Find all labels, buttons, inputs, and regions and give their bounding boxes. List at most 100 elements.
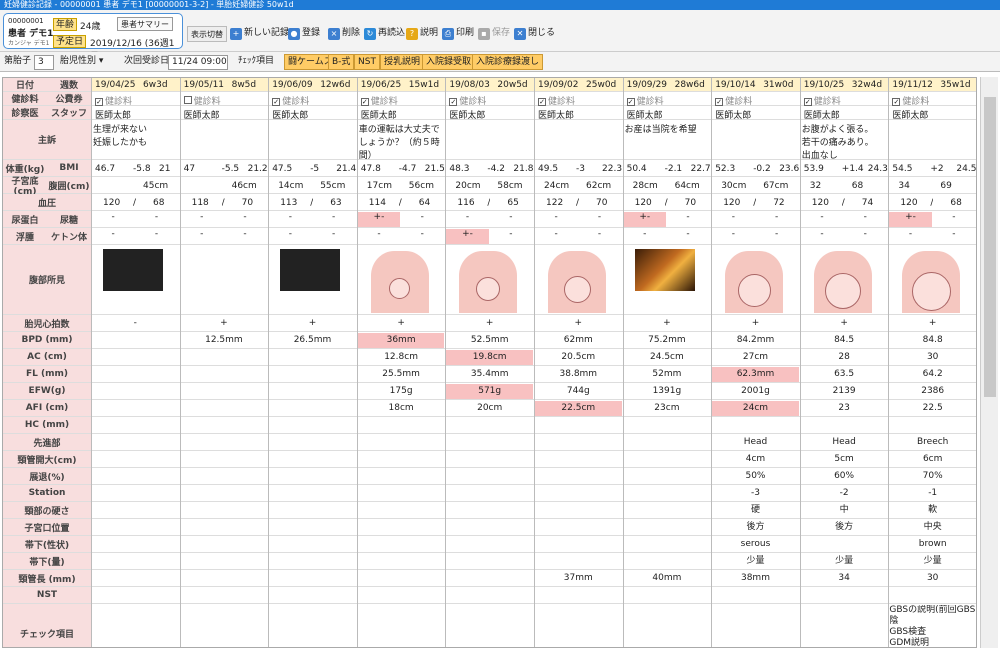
prot-field[interactable]: - bbox=[712, 212, 754, 227]
amount-value[interactable] bbox=[535, 554, 622, 569]
hc-value[interactable] bbox=[358, 418, 445, 433]
print-button[interactable]: ⎙ 印刷 bbox=[442, 25, 474, 42]
edema-field[interactable]: - bbox=[535, 229, 577, 244]
second-field[interactable]: - bbox=[667, 212, 709, 222]
ac-value[interactable] bbox=[181, 350, 268, 365]
pos-value[interactable]: 後方 bbox=[801, 520, 888, 535]
cl-value[interactable] bbox=[92, 571, 179, 586]
pres-value[interactable] bbox=[181, 435, 268, 450]
cl-value[interactable]: 30 bbox=[889, 571, 976, 586]
amount-value[interactable] bbox=[446, 554, 533, 569]
vertical-scrollbar[interactable] bbox=[980, 77, 998, 648]
cons-value[interactable] bbox=[624, 503, 711, 518]
edema-field[interactable]: - bbox=[358, 229, 400, 244]
eff-value[interactable] bbox=[92, 469, 179, 484]
pos-value[interactable] bbox=[358, 520, 445, 535]
prot-field[interactable]: +- bbox=[357, 212, 401, 227]
pres-value[interactable] bbox=[624, 435, 711, 450]
pres-value[interactable] bbox=[446, 435, 533, 450]
afi-value[interactable] bbox=[269, 401, 356, 416]
dil-value[interactable] bbox=[446, 452, 533, 467]
bpd-value[interactable]: 52.5mm bbox=[446, 333, 533, 348]
bpd-value[interactable]: 75.2mm bbox=[624, 333, 711, 348]
hc-value[interactable] bbox=[92, 418, 179, 433]
dil-value[interactable]: 4cm bbox=[712, 452, 799, 467]
ac-value[interactable]: 28 bbox=[801, 350, 888, 365]
fl-value[interactable] bbox=[92, 367, 179, 382]
checkbox-icon[interactable]: ✓ bbox=[892, 98, 901, 106]
second-field[interactable]: - bbox=[756, 212, 798, 222]
checkbox-icon[interactable]: ✓ bbox=[715, 98, 724, 106]
nst-value[interactable] bbox=[889, 588, 976, 603]
eff-value[interactable] bbox=[446, 469, 533, 484]
second-field[interactable]: - bbox=[578, 212, 620, 222]
dil-value[interactable] bbox=[181, 452, 268, 467]
edema-field[interactable]: - bbox=[624, 229, 666, 244]
hc-value[interactable] bbox=[624, 418, 711, 433]
nst-value[interactable] bbox=[358, 588, 445, 603]
bpd-value[interactable]: 84.8 bbox=[889, 333, 976, 348]
efw-value[interactable] bbox=[269, 384, 356, 399]
checkbox-icon[interactable] bbox=[183, 96, 192, 104]
fl-value[interactable]: 25.5mm bbox=[358, 367, 445, 382]
fhr-value[interactable]: - bbox=[92, 316, 179, 331]
afi-value[interactable]: 20cm bbox=[446, 401, 533, 416]
cl-value[interactable]: 40mm bbox=[624, 571, 711, 586]
hc-value[interactable] bbox=[889, 418, 976, 433]
explain-button[interactable]: ? 説明 bbox=[406, 25, 438, 42]
cl-value[interactable] bbox=[358, 571, 445, 586]
disch-value[interactable] bbox=[446, 537, 533, 552]
nst-value[interactable] bbox=[269, 588, 356, 603]
reread-button[interactable]: ↻ 再読込 bbox=[364, 25, 405, 42]
ac-value[interactable]: 30 bbox=[889, 350, 976, 365]
ac-value[interactable] bbox=[269, 350, 356, 365]
sta-value[interactable] bbox=[358, 486, 445, 501]
nst-value[interactable] bbox=[624, 588, 711, 603]
efw-value[interactable]: 1391g bbox=[624, 384, 711, 399]
afi-value[interactable]: 22.5cm bbox=[535, 401, 622, 416]
delete-button[interactable]: × 削除 bbox=[328, 25, 360, 42]
bpd-value[interactable]: 84.5 bbox=[801, 333, 888, 348]
fl-value[interactable] bbox=[181, 367, 268, 382]
fl-value[interactable]: 35.4mm bbox=[446, 367, 533, 382]
checks-value[interactable] bbox=[712, 605, 799, 647]
amount-value[interactable] bbox=[358, 554, 445, 569]
disch-value[interactable] bbox=[535, 537, 622, 552]
pos-value[interactable] bbox=[624, 520, 711, 535]
nst-value[interactable] bbox=[92, 588, 179, 603]
fhr-value[interactable]: + bbox=[181, 316, 268, 331]
hc-value[interactable] bbox=[181, 418, 268, 433]
disch-value[interactable] bbox=[624, 537, 711, 552]
eff-value[interactable] bbox=[181, 469, 268, 484]
bpd-value[interactable]: 62mm bbox=[535, 333, 622, 348]
pos-value[interactable] bbox=[535, 520, 622, 535]
ac-value[interactable]: 27cm bbox=[712, 350, 799, 365]
pres-value[interactable]: Breech bbox=[889, 435, 976, 450]
checkbox-icon[interactable]: ✓ bbox=[538, 98, 546, 106]
ac-value[interactable]: 19.8cm bbox=[446, 350, 533, 365]
bpd-value[interactable] bbox=[92, 333, 179, 348]
close-button[interactable]: ✕ 閉じる bbox=[514, 25, 555, 42]
dil-value[interactable] bbox=[92, 452, 179, 467]
scroll-thumb[interactable] bbox=[984, 97, 996, 397]
efw-value[interactable]: 2139 bbox=[801, 384, 888, 399]
cl-value[interactable]: 38mm bbox=[712, 571, 799, 586]
pos-value[interactable] bbox=[92, 520, 179, 535]
second-field[interactable]: - bbox=[401, 212, 443, 222]
next-visit-input[interactable]: 11/24 09:00 bbox=[168, 55, 228, 70]
eff-value[interactable] bbox=[358, 469, 445, 484]
amount-value[interactable] bbox=[269, 554, 356, 569]
afi-value[interactable] bbox=[181, 401, 268, 416]
efw-value[interactable]: 571g bbox=[446, 384, 533, 399]
fhr-value[interactable]: + bbox=[358, 316, 445, 331]
disch-value[interactable] bbox=[92, 537, 179, 552]
pos-value[interactable]: 後方 bbox=[712, 520, 799, 535]
efw-value[interactable]: 2001g bbox=[712, 384, 799, 399]
dil-value[interactable] bbox=[269, 452, 356, 467]
efw-value[interactable] bbox=[181, 384, 268, 399]
eff-value[interactable]: 60% bbox=[801, 469, 888, 484]
bpd-value[interactable]: 26.5mm bbox=[269, 333, 356, 348]
hc-value[interactable] bbox=[269, 418, 356, 433]
cons-value[interactable]: 軟 bbox=[889, 503, 976, 518]
cl-value[interactable]: 37mm bbox=[535, 571, 622, 586]
